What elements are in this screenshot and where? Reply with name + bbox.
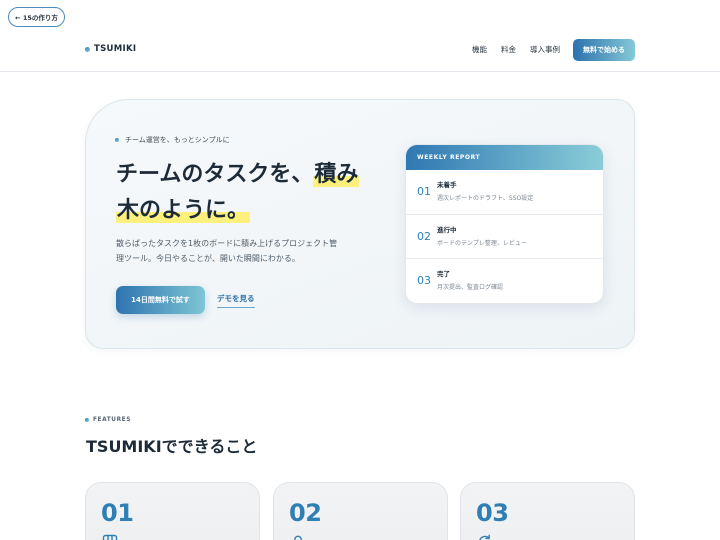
- headline-text: チームのタスクを、: [116, 162, 314, 187]
- weekly-report-card: WEEKLY REPORT 01 未着手 週次レポートのドラフト、SSO設定 0…: [405, 144, 604, 304]
- hero-headline: チームのタスクを、積み 木のように。: [116, 157, 360, 229]
- headline-line-1: チームのタスクを、積み: [116, 157, 360, 193]
- feature-card: 03: [460, 482, 635, 540]
- refresh-icon: [479, 534, 490, 540]
- nav-item-features[interactable]: 機能: [472, 45, 487, 55]
- features-eyebrow: FEATURES: [93, 417, 132, 423]
- nav-item-case-studies[interactable]: 導入事例: [530, 45, 560, 55]
- features-title: TSUMIKIでできること: [86, 437, 258, 456]
- hero-eyebrow: チーム運営を、もっとシンプルに: [125, 136, 230, 144]
- demo-link[interactable]: デモを見る: [217, 294, 255, 308]
- report-row: 02 進行中 ボードのテンプレ整理、レビュー: [406, 214, 603, 258]
- logo[interactable]: TSUMIKI: [94, 43, 136, 55]
- free-trial-button[interactable]: 14日間無料で試す: [116, 286, 205, 314]
- report-row-detail: ボードのテンプレ整理、レビュー: [437, 240, 527, 247]
- hero-card: チーム運営を、もっとシンプルに チームのタスクを、積み 木のように。 散らばった…: [85, 99, 635, 349]
- feature-card: 02: [273, 482, 448, 540]
- report-row-number: 03: [417, 274, 431, 287]
- headline-highlight: 積み: [313, 162, 360, 187]
- start-free-button[interactable]: 無料で始める: [573, 39, 635, 61]
- feature-card-number: 02: [289, 499, 322, 527]
- board-icon: [102, 534, 118, 540]
- back-link[interactable]: ← 15の作り方: [8, 7, 65, 27]
- report-row-status: 完了: [437, 270, 450, 278]
- report-row: 03 完了 月次提出、監査ログ確認: [406, 258, 603, 303]
- report-row-status: 未着手: [437, 181, 457, 189]
- weekly-report-title: WEEKLY REPORT: [406, 145, 603, 170]
- headline-line-2: 木のように。: [116, 193, 359, 229]
- user-icon: [294, 535, 302, 540]
- headline-highlight: 木のように。: [116, 198, 251, 223]
- main-nav: 機能 料金 導入事例: [472, 45, 560, 55]
- report-row-detail: 週次レポートのドラフト、SSO設定: [437, 195, 534, 202]
- features-eyebrow-dot: [85, 418, 89, 422]
- report-row-number: 02: [417, 230, 431, 243]
- logo-mark: [85, 47, 90, 52]
- report-row-detail: 月次提出、監査ログ確認: [437, 284, 504, 291]
- report-row-status: 進行中: [437, 226, 457, 234]
- report-row: 01 未着手 週次レポートのドラフト、SSO設定: [406, 170, 603, 214]
- feature-card-number: 03: [476, 499, 509, 527]
- header-divider: [0, 71, 720, 72]
- hero-description: 散らばったタスクを1枚のボードに積み上げるプロジェクト管理ツール。今日やることが…: [116, 239, 338, 263]
- eyebrow-dot: [115, 138, 119, 142]
- feature-card-number: 01: [101, 499, 134, 527]
- nav-item-pricing[interactable]: 料金: [501, 45, 516, 55]
- report-row-number: 01: [417, 185, 431, 198]
- feature-card: 01: [85, 482, 260, 540]
